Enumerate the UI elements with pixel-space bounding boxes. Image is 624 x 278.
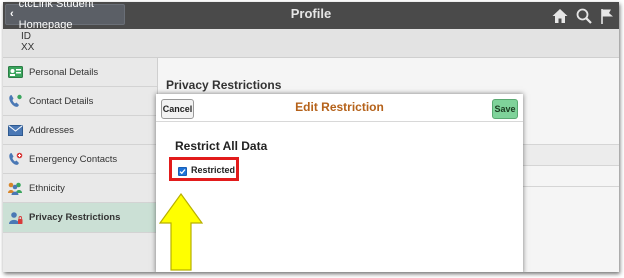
- home-icon[interactable]: [551, 7, 569, 25]
- restricted-checkbox[interactable]: [178, 167, 187, 176]
- sidebar-item-ethnicity[interactable]: Ethnicity: [3, 174, 157, 203]
- header-bar: ‹ ctcLink Student Homepage Profile: [3, 2, 619, 31]
- privacy-person-icon: [7, 211, 23, 225]
- modal-header: Cancel Edit Restriction Save: [156, 94, 523, 122]
- sidebar-item-emergency-contacts[interactable]: Emergency Contacts: [3, 145, 157, 174]
- section-title: Privacy Restrictions: [166, 78, 282, 92]
- sidebar-item-label: Ethnicity: [29, 182, 65, 194]
- emergency-phone-icon: [7, 152, 23, 166]
- sidebar-item-addresses[interactable]: Addresses: [3, 116, 157, 145]
- flag-icon[interactable]: [599, 7, 617, 25]
- sidebar-item-label: Addresses: [29, 124, 74, 136]
- id-strip: ID XX: [3, 29, 619, 58]
- page-title: Profile: [290, 6, 332, 21]
- sidebar: Personal Details Contact Details Address…: [3, 58, 158, 272]
- sidebar-item-label: Contact Details: [29, 95, 94, 107]
- sidebar-item-label: Personal Details: [29, 66, 99, 78]
- arrow-up-icon: [159, 193, 203, 271]
- checkmark-icon: [179, 169, 186, 175]
- sidebar-item-contact-details[interactable]: Contact Details: [3, 87, 157, 116]
- id-value: XX: [21, 42, 35, 53]
- id-label: ID: [21, 31, 31, 42]
- student-id: ID XX: [21, 31, 34, 53]
- people-icon: [7, 181, 23, 195]
- sidebar-item-personal-details[interactable]: Personal Details: [3, 58, 157, 87]
- personal-card-icon: [7, 65, 23, 79]
- envelope-icon: [7, 123, 23, 137]
- restrict-all-data-heading: Restrict All Data: [175, 139, 268, 153]
- save-button[interactable]: Save: [492, 99, 518, 119]
- search-icon[interactable]: [575, 7, 593, 25]
- modal-title: Edit Restriction: [295, 100, 384, 114]
- phone-icon: [7, 94, 23, 108]
- restricted-checkbox-label[interactable]: Restricted: [191, 165, 235, 175]
- sidebar-item-label: Privacy Restrictions: [29, 212, 121, 223]
- sidebar-item-label: Emergency Contacts: [29, 153, 118, 165]
- edit-restriction-modal: Cancel Edit Restriction Save Restrict Al…: [156, 94, 523, 272]
- sidebar-item-privacy-restrictions[interactable]: Privacy Restrictions: [3, 203, 157, 233]
- screenshot-frame: ‹ ctcLink Student Homepage Profile ID XX…: [3, 2, 619, 272]
